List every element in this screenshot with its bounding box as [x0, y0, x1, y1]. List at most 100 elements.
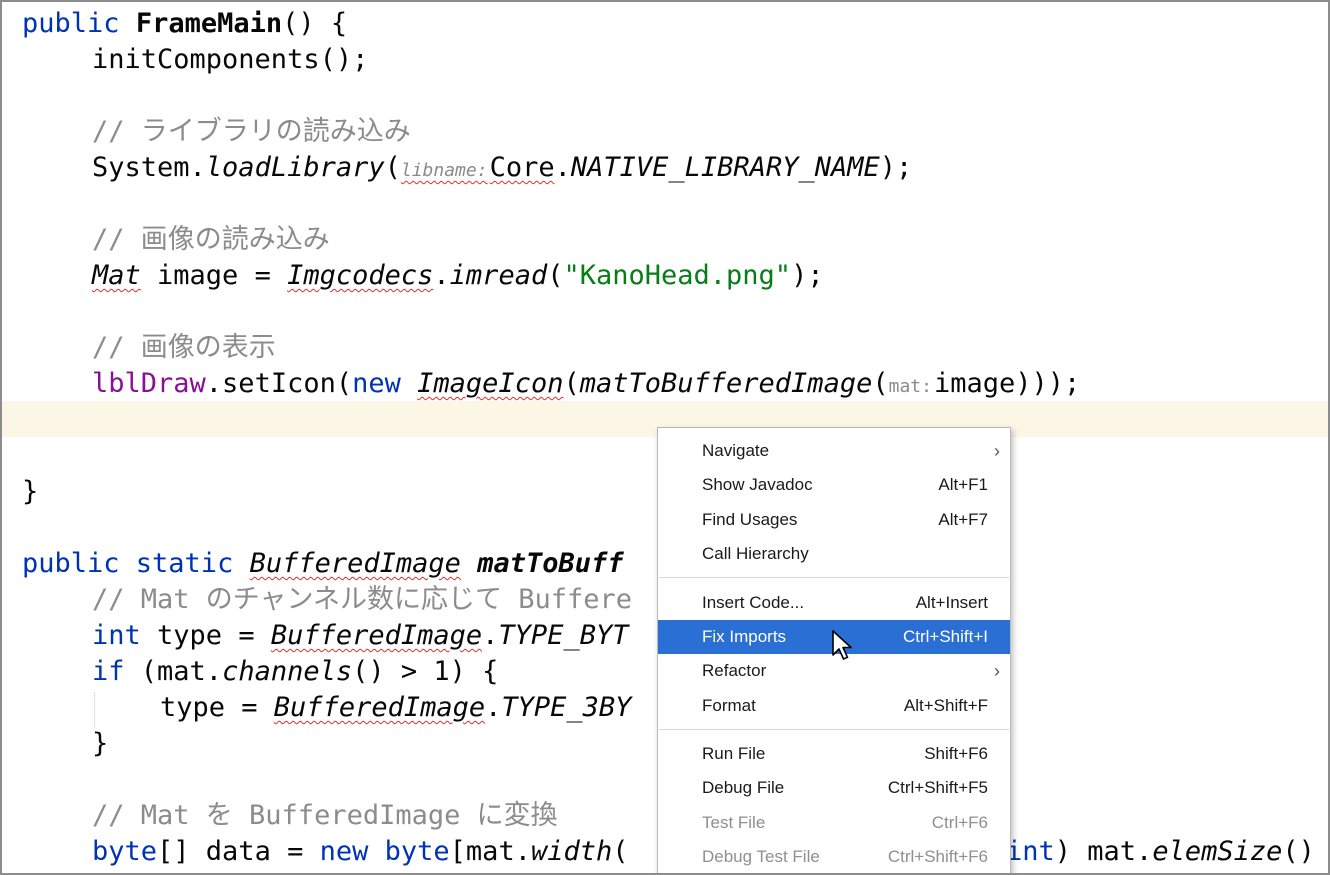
- unresolved-class: BufferedImage: [273, 692, 486, 723]
- code-line[interactable]: public static BufferedImage matToBuff: [22, 546, 624, 582]
- menu-item-show-javadoc[interactable]: Show Javadoc Alt+F1: [658, 468, 1010, 502]
- keyword: new: [319, 836, 369, 867]
- constant: TYPE_BYT: [498, 620, 629, 651]
- menu-item-label: Run File: [702, 744, 766, 763]
- mouse-pointer-icon: [832, 630, 852, 660]
- menu-item-insert-code[interactable]: Insert Code... Alt+Insert: [658, 586, 1010, 620]
- keyword: if: [92, 656, 125, 687]
- code-text: [mat.: [449, 836, 531, 867]
- menu-item-navigate[interactable]: Navigate ›: [658, 434, 1010, 468]
- method-call: channels: [222, 656, 353, 687]
- code-text: .: [485, 692, 502, 723]
- menu-item-format[interactable]: Format Alt+Shift+F: [658, 689, 1010, 723]
- menu-item-shortcut: Alt+F1: [938, 475, 988, 494]
- code-text: (): [1282, 836, 1315, 867]
- unresolved-class: Mat: [92, 260, 141, 291]
- code-line[interactable]: initComponents();: [92, 42, 368, 78]
- unresolved-class: BufferedImage: [249, 548, 461, 579]
- code-text: [] data =: [157, 836, 320, 867]
- code-line[interactable]: int type = BufferedImage.TYPE_BYT: [92, 618, 628, 654]
- code-text: .: [482, 620, 499, 651]
- constant: NATIVE_LIBRARY_NAME: [570, 152, 880, 183]
- menu-item-label: Fix Imports: [702, 627, 787, 646]
- menu-item-find-usages[interactable]: Find Usages Alt+F7: [658, 503, 1010, 537]
- keyword: byte: [92, 836, 158, 867]
- keyword: int: [1006, 836, 1055, 867]
- code-comment[interactable]: // 画像の読み込み: [92, 222, 330, 258]
- parameter-hint: libname:: [400, 160, 488, 181]
- code-line[interactable]: type = BufferedImage.TYPE_3BY: [160, 690, 631, 726]
- menu-item-label: Test File: [702, 813, 766, 832]
- method-name: FrameMain: [135, 8, 283, 39]
- unresolved-class: ImageIcon: [417, 368, 564, 399]
- code-line[interactable]: }: [92, 726, 108, 762]
- menu-item-label: Insert Code...: [702, 593, 805, 612]
- keyword: byte: [384, 836, 450, 867]
- menu-item-label: Find Usages: [702, 510, 798, 529]
- code-text: (: [547, 260, 564, 291]
- method-name: matToBuff: [477, 548, 624, 579]
- code-line[interactable]: lblDraw.setIcon(new ImageIcon (matToBuffe…: [92, 366, 1080, 402]
- string-literal: "KanoHead.png": [563, 260, 792, 291]
- menu-item-label: Call Hierarchy: [702, 544, 809, 563]
- code-text: (: [612, 836, 629, 867]
- keyword: public: [22, 8, 120, 39]
- menu-item-shortcut: Shift+F6: [924, 744, 988, 763]
- code-text: System.: [92, 152, 206, 183]
- unresolved-class: Core: [489, 152, 555, 183]
- menu-item-shortcut: Ctrl+Shift+F6: [887, 847, 988, 866]
- menu-item-shortcut: Ctrl+F6: [931, 813, 988, 832]
- code-text: (: [384, 152, 401, 183]
- unresolved-class: BufferedImage: [270, 620, 483, 651]
- menu-item-debug-file[interactable]: Debug File Ctrl+Shift+F5: [658, 771, 1010, 805]
- code-line[interactable]: }: [22, 474, 38, 510]
- constant: TYPE_3BY: [501, 692, 632, 723]
- code-text: .: [554, 152, 571, 183]
- code-line[interactable]: Mat image = Imgcodecs.imread("KanoHead.p…: [92, 258, 824, 294]
- code-text: () {: [282, 8, 348, 39]
- menu-item-label: Refactor: [702, 661, 767, 680]
- indent-guide: [94, 692, 95, 728]
- menu-item-shortcut: Ctrl+Shift+I: [902, 627, 988, 646]
- code-line[interactable]: System.loadLibrary(libname:Core.NATIVE_L…: [92, 150, 912, 186]
- code-line[interactable]: int) mat.elemSize(): [1006, 834, 1315, 870]
- menu-item-debug-test-file: Debug Test File Ctrl+Shift+F6: [658, 840, 1010, 873]
- menu-item-run-file[interactable]: Run File Shift+F6: [658, 737, 1010, 771]
- chevron-right-icon: ›: [994, 441, 1000, 461]
- code-text: (: [872, 368, 889, 399]
- menu-item-shortcut: Alt+F7: [938, 510, 988, 529]
- code-text: .setIcon(: [205, 368, 353, 399]
- unresolved-class: Imgcodecs: [287, 260, 434, 291]
- menu-item-label: Format: [702, 696, 756, 715]
- code-text: (mat.: [124, 656, 223, 687]
- menu-item-shortcut: Alt+Insert: [915, 593, 988, 612]
- code-text: type =: [140, 620, 271, 651]
- menu-item-label: Debug Test File: [702, 847, 820, 866]
- code-line[interactable]: byte[] data = new byte[mat.width(: [92, 834, 629, 870]
- code-line[interactable]: if (mat.channels() > 1) {: [92, 654, 498, 690]
- code-comment[interactable]: // Mat のチャンネル数に応じて Buffere: [92, 582, 632, 618]
- method-call: loadLibrary: [205, 152, 385, 183]
- code-comment[interactable]: // 画像の表示: [92, 330, 276, 366]
- code-text: image =: [140, 260, 288, 291]
- code-line[interactable]: public FrameMain() {: [22, 6, 347, 42]
- screenshot-frame: public FrameMain() { initComponents(); /…: [0, 0, 1330, 875]
- code-comment[interactable]: // ライブラリの読み込み: [92, 114, 411, 150]
- code-text: image: [933, 368, 1016, 399]
- code-comment[interactable]: // Mat を BufferedImage に変換: [92, 798, 558, 834]
- keyword: new: [352, 368, 401, 399]
- code-text: type =: [160, 692, 274, 723]
- method-call: elemSize: [1152, 836, 1283, 867]
- field-reference: lblDraw: [92, 368, 206, 399]
- menu-separator: [659, 577, 1009, 578]
- method-call: matToBufferedImage: [579, 368, 873, 399]
- keyword: public static: [22, 548, 234, 579]
- code-text: );: [879, 152, 913, 183]
- code-text: );: [791, 260, 824, 291]
- menu-item-call-hierarchy[interactable]: Call Hierarchy: [658, 537, 1010, 571]
- code-text: ) mat.: [1054, 836, 1153, 867]
